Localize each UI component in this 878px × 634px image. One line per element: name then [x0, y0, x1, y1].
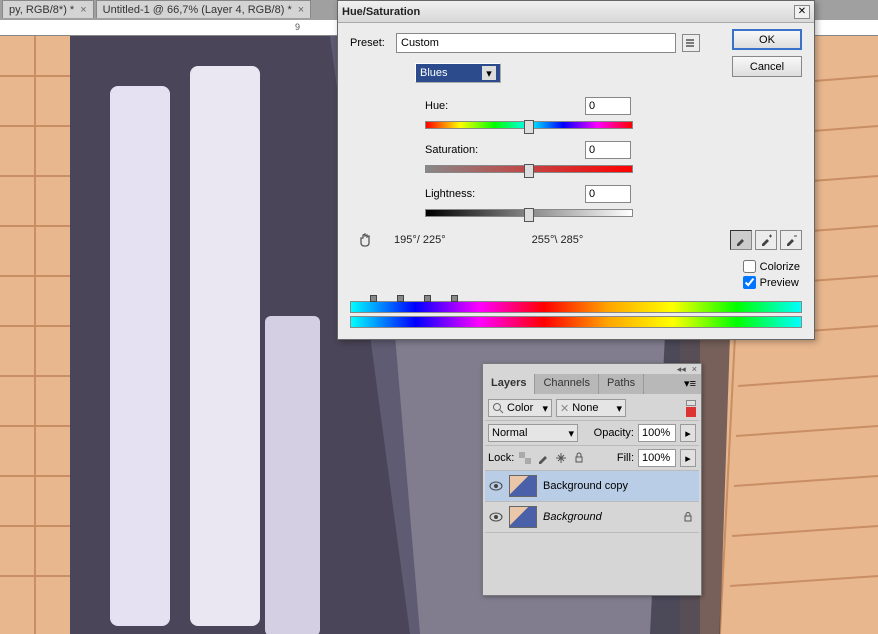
channel-label: Blues	[420, 67, 448, 79]
preset-select[interactable]	[396, 33, 676, 53]
eyedropper-icon[interactable]	[730, 230, 752, 250]
close-icon[interactable]: ×	[298, 4, 304, 16]
tab-label: Layers	[491, 377, 526, 389]
tab-channels[interactable]: Channels	[535, 374, 598, 394]
tab-paths[interactable]: Paths	[599, 374, 644, 394]
tab-label: Paths	[607, 377, 635, 389]
lock-position-icon[interactable]	[554, 451, 568, 465]
colorize-checkbox[interactable]: Colorize	[743, 260, 800, 273]
opacity-label: Opacity:	[594, 427, 634, 439]
filter-toggle[interactable]	[686, 400, 696, 406]
hue-saturation-dialog: Hue/Saturation ✕ Preset: OK Cancel Blues…	[337, 0, 815, 340]
blend-mode-select[interactable]: Normal ▾	[488, 424, 578, 442]
panel-menu-icon[interactable]: ▾≡	[679, 374, 701, 394]
fill-input[interactable]	[638, 449, 676, 467]
cancel-button[interactable]: Cancel	[732, 56, 802, 77]
collapse-icon[interactable]: ◂◂	[677, 364, 686, 375]
select-label: Normal	[492, 427, 527, 439]
lock-pixels-icon[interactable]	[536, 451, 550, 465]
dialog-titlebar[interactable]: Hue/Saturation ✕	[338, 1, 814, 23]
checkbox-label: Preview	[760, 277, 799, 289]
hue-label: Hue:	[425, 100, 505, 112]
fill-label: Fill:	[617, 452, 634, 464]
checkbox-label: Colorize	[760, 261, 800, 273]
opacity-flyout[interactable]: ▸	[680, 424, 696, 442]
tab-label: py, RGB/8*) *	[9, 4, 74, 16]
lightness-label: Lightness:	[425, 188, 505, 200]
document-tab[interactable]: py, RGB/8*) * ×	[2, 0, 94, 18]
range-marker[interactable]	[370, 295, 377, 302]
layer-thumbnail	[509, 506, 537, 528]
spectrum-bar-bottom	[350, 316, 802, 328]
preview-checkbox[interactable]: Preview	[743, 276, 800, 289]
slider-thumb[interactable]	[524, 208, 534, 222]
button-label: OK	[759, 34, 775, 46]
color-spectrum[interactable]	[350, 301, 802, 329]
close-icon[interactable]: ×	[692, 364, 697, 374]
targeted-adjustment-tool[interactable]	[354, 229, 376, 251]
dialog-title: Hue/Saturation	[342, 6, 420, 18]
lock-all-icon[interactable]	[572, 451, 586, 465]
layer-name: Background copy	[543, 480, 695, 492]
search-icon	[492, 402, 504, 414]
checkbox-input[interactable]	[743, 276, 756, 289]
tab-layers[interactable]: Layers	[483, 374, 535, 394]
layer-item[interactable]: Background copy	[485, 471, 699, 502]
ruler-tick-label: 9	[295, 22, 300, 32]
layers-panel: ◂◂ × Layers Channels Paths ▾≡ Color ▾ ✕ …	[482, 363, 702, 596]
saturation-input[interactable]	[585, 141, 631, 159]
checkbox-input[interactable]	[743, 260, 756, 273]
filter-indicator	[686, 407, 696, 417]
layer-thumbnail	[509, 475, 537, 497]
preset-label: Preset:	[350, 37, 396, 49]
eyedropper-add-icon[interactable]	[755, 230, 777, 250]
close-icon[interactable]: ✕	[794, 5, 810, 19]
filter-value-select[interactable]: ✕ None ▾	[556, 399, 626, 417]
ok-button[interactable]: OK	[732, 29, 802, 50]
select-label: Color	[507, 402, 533, 414]
layer-list: Background copy Background	[485, 471, 699, 593]
tab-label: Channels	[543, 377, 589, 389]
slider-thumb[interactable]	[524, 120, 534, 134]
range-marker[interactable]	[424, 295, 431, 302]
slider-thumb[interactable]	[524, 164, 534, 178]
layer-item[interactable]: Background	[485, 502, 699, 533]
lightness-input[interactable]	[585, 185, 631, 203]
spectrum-bar-top	[350, 301, 802, 313]
chevron-down-icon: ▾	[482, 66, 496, 80]
visibility-eye-icon[interactable]	[489, 510, 503, 524]
opacity-input[interactable]	[638, 424, 676, 442]
tab-label: Untitled-1 @ 66,7% (Layer 4, RGB/8) *	[103, 4, 292, 16]
lock-icon	[683, 512, 695, 522]
channel-select[interactable]: Blues ▾	[415, 63, 501, 83]
close-icon[interactable]: ×	[80, 4, 86, 16]
range-marker[interactable]	[451, 295, 458, 302]
preset-options-button[interactable]	[682, 34, 700, 52]
saturation-slider[interactable]	[425, 165, 633, 173]
range-left: 195°/ 225°	[394, 234, 446, 246]
panel-tab-bar: Layers Channels Paths ▾≡	[483, 374, 701, 394]
filter-type-select[interactable]: Color ▾	[488, 399, 552, 417]
document-tab[interactable]: Untitled-1 @ 66,7% (Layer 4, RGB/8) * ×	[96, 0, 312, 18]
layer-name: Background	[543, 511, 677, 523]
select-label: None	[572, 402, 598, 414]
lock-label: Lock:	[488, 452, 514, 464]
range-right: 255°\ 285°	[532, 234, 584, 246]
range-marker[interactable]	[397, 295, 404, 302]
visibility-eye-icon[interactable]	[489, 479, 503, 493]
hue-input[interactable]	[585, 97, 631, 115]
eyedropper-subtract-icon[interactable]	[780, 230, 802, 250]
lock-transparency-icon[interactable]	[518, 451, 532, 465]
hue-slider[interactable]	[425, 121, 633, 129]
lightness-slider[interactable]	[425, 209, 633, 217]
button-label: Cancel	[750, 61, 784, 73]
saturation-label: Saturation:	[425, 144, 505, 156]
panel-controls: ◂◂ ×	[483, 364, 701, 374]
fill-flyout[interactable]: ▸	[680, 449, 696, 467]
